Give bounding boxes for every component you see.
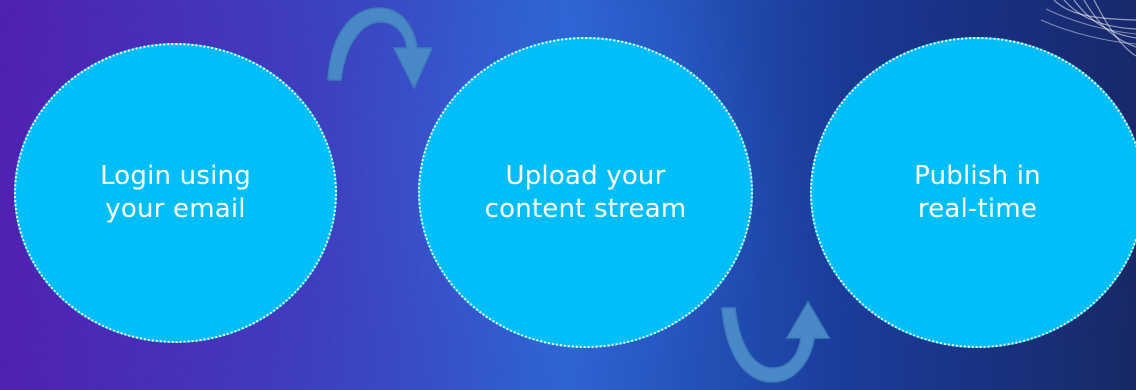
step-circle-publish: Publish in real-time bbox=[810, 37, 1136, 348]
step-circle-upload: Upload your content stream bbox=[418, 37, 753, 348]
curved-arrow-up-icon bbox=[721, 300, 831, 383]
step-label-publish: Publish in real-time bbox=[914, 160, 1041, 224]
step-label-login: Login using your email bbox=[100, 161, 251, 224]
process-diagram: Login using your email Upload your conte… bbox=[0, 0, 1136, 390]
step-label-upload: Upload your content stream bbox=[484, 160, 687, 224]
curved-arrow-down-icon bbox=[327, 7, 434, 90]
step-circle-login: Login using your email bbox=[14, 43, 337, 343]
